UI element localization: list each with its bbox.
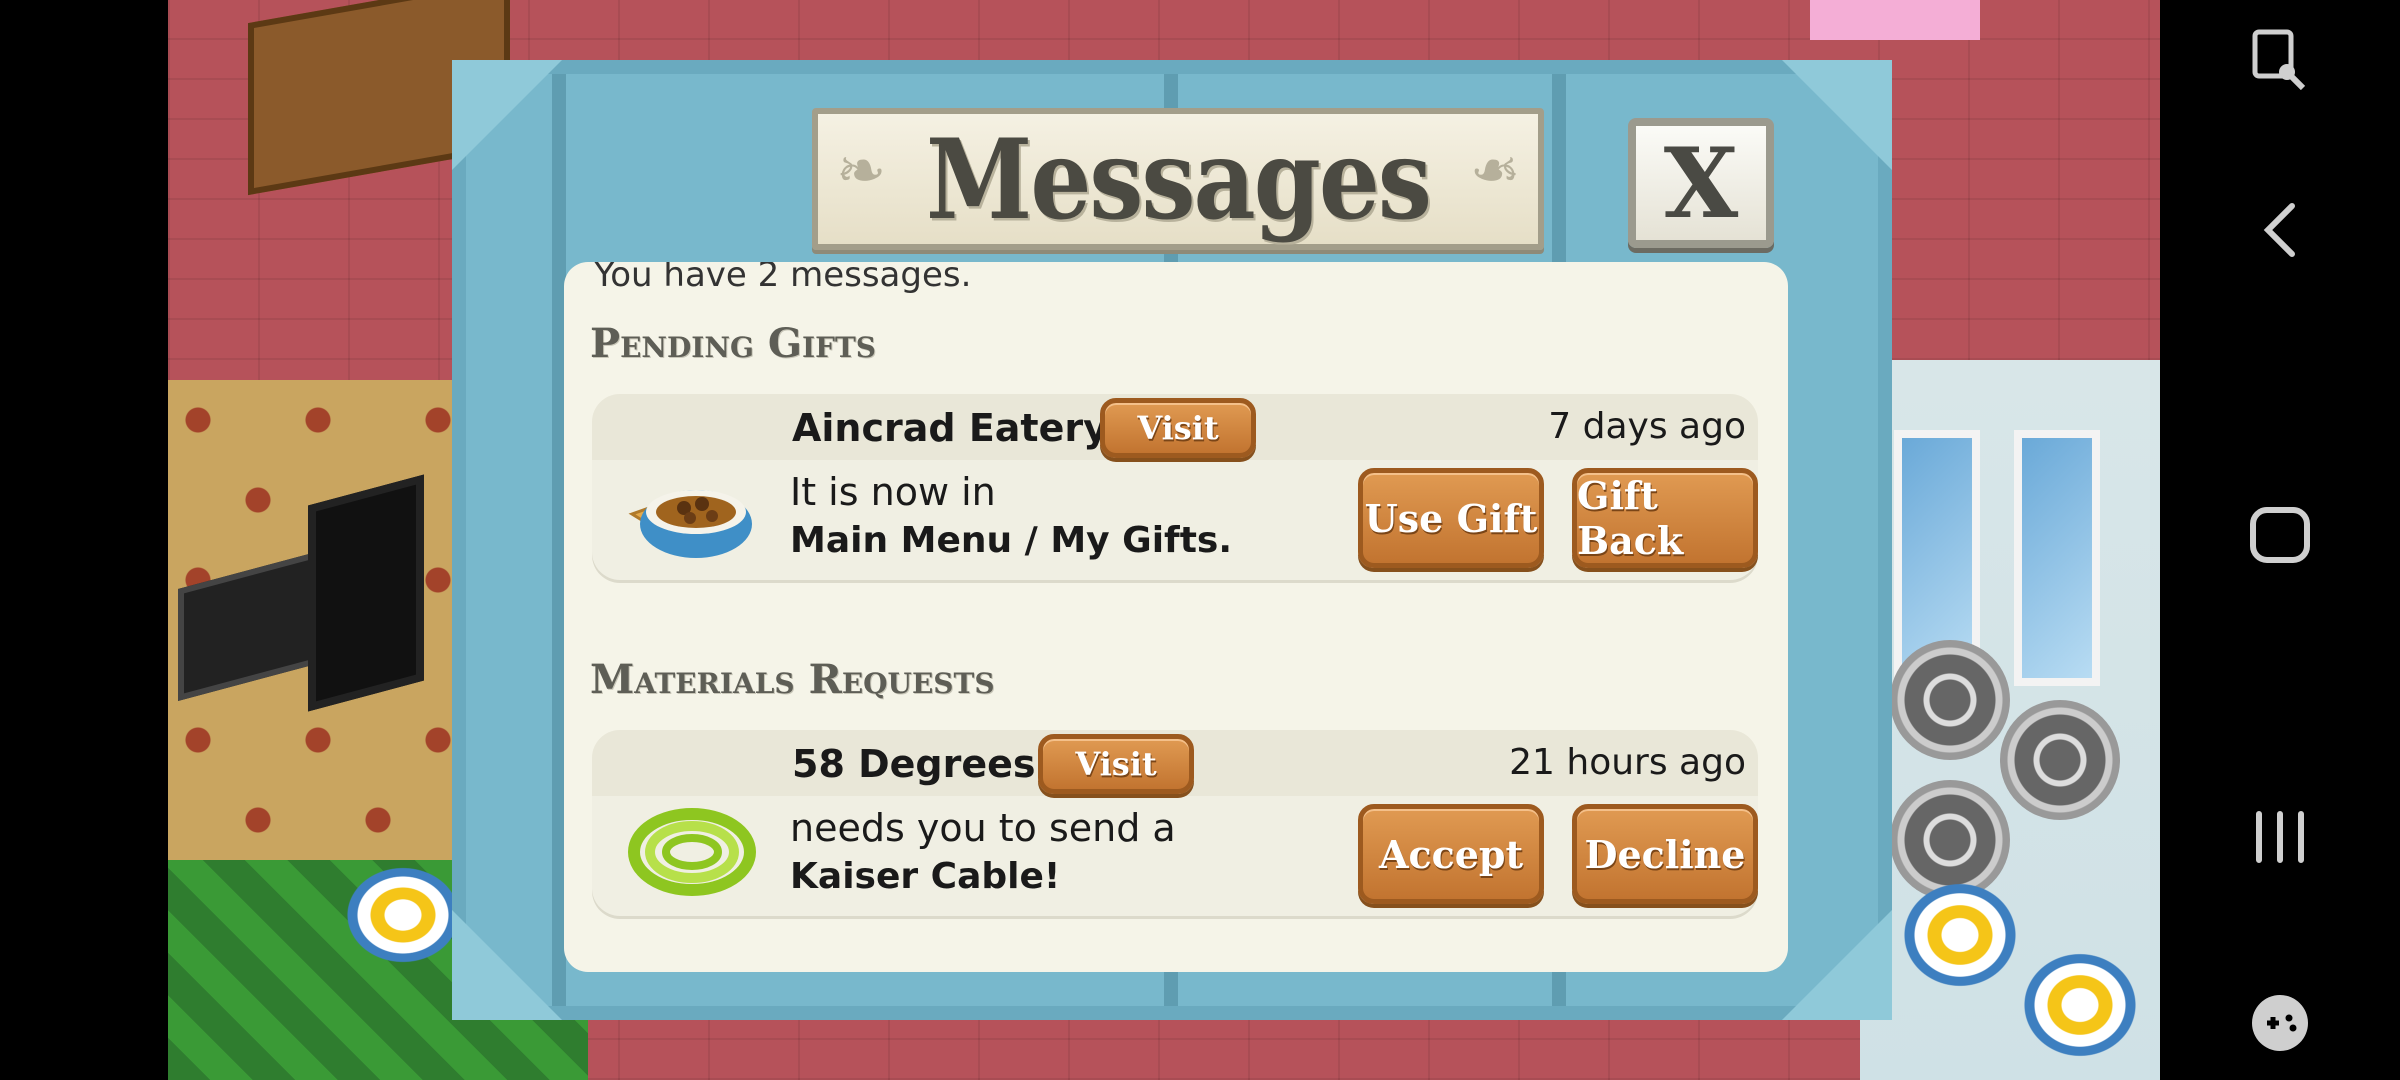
breakfast-plate[interactable] — [1900, 880, 2020, 990]
message-item: 58 Degrees Visit 21 hours ago needs you … — [592, 730, 1758, 916]
window — [2014, 430, 2100, 686]
stove-burner[interactable] — [1890, 640, 2010, 760]
decline-button[interactable]: Decline — [1572, 804, 1758, 904]
pink-decoration — [1810, 0, 1980, 40]
dialog-title: Messages — [926, 114, 1432, 244]
game-tools-icon[interactable] — [2249, 992, 2311, 1058]
message-text-bold: Main Menu / My Gifts. — [790, 520, 1233, 561]
visit-button[interactable]: Visit — [1100, 398, 1256, 458]
stove-burner[interactable] — [2000, 700, 2120, 820]
food-plate[interactable] — [338, 860, 468, 970]
message-text: needs you to send a — [790, 806, 1176, 850]
section-header-pending-gifts: Pending Gifts — [590, 320, 877, 367]
swirl-ornament-icon: ❧ — [1469, 136, 1520, 206]
frame-corner — [1782, 60, 1892, 170]
message-text: It is now in — [790, 470, 996, 514]
close-button[interactable]: X — [1628, 118, 1774, 248]
frame-corner — [452, 910, 562, 1020]
swirl-ornament-icon: ❧ — [836, 136, 887, 206]
gift-back-button[interactable]: Gift Back — [1572, 468, 1758, 568]
home-icon[interactable] — [2249, 506, 2311, 568]
breakfast-plate[interactable] — [2020, 950, 2140, 1060]
frame-corner — [1782, 910, 1892, 1020]
title-plaque: ❧ Messages ❧ — [812, 108, 1544, 250]
screen-lock-icon[interactable] — [2251, 28, 2309, 94]
sender-name: 58 Degrees — [792, 742, 1036, 786]
close-icon: X — [1663, 126, 1739, 240]
soup-bowl-icon — [626, 464, 756, 564]
message-item: Aincrad Eatery Visit 7 days ago It is no… — [592, 394, 1758, 580]
section-header-materials-requests: Materials Requests — [590, 656, 995, 703]
accept-button[interactable]: Accept — [1358, 804, 1544, 904]
pizza-sign — [308, 474, 424, 712]
cable-coil-icon — [626, 800, 756, 900]
messages-dialog: ❧ Messages ❧ X You have 2 messages. Pend… — [452, 60, 1892, 1020]
message-time: 7 days ago — [1548, 406, 1746, 447]
visit-button[interactable]: Visit — [1038, 734, 1194, 794]
sender-name: Aincrad Eatery — [792, 406, 1108, 450]
message-count: You have 2 messages. — [594, 262, 972, 295]
message-text-bold: Kaiser Cable! — [790, 856, 1061, 897]
back-icon[interactable] — [2260, 200, 2300, 264]
message-time: 21 hours ago — [1509, 742, 1746, 783]
message-list[interactable]: You have 2 messages. Pending Gifts Aincr… — [564, 262, 1788, 972]
navigation-bar — [2160, 0, 2400, 1080]
use-gift-button[interactable]: Use Gift — [1358, 468, 1544, 568]
recent-apps-icon[interactable] — [2253, 808, 2307, 870]
frame-corner — [452, 60, 562, 170]
